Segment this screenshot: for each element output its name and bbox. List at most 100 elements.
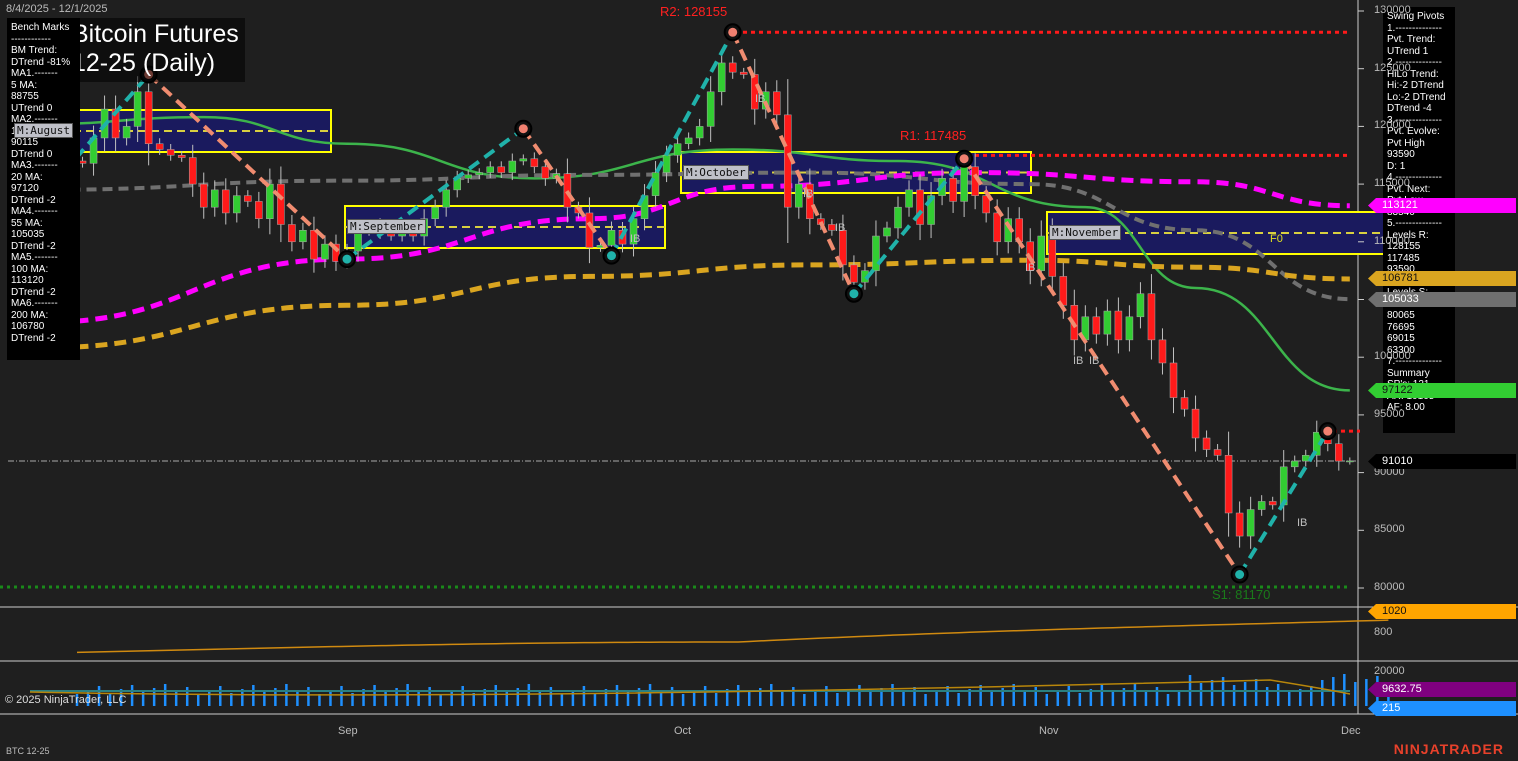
candle-down [78, 160, 87, 164]
candle-up [651, 172, 660, 196]
bench-marks-line: DTrend -2 [11, 332, 56, 344]
y-tick-label: 85000 [1374, 523, 1405, 536]
swing-pivots-line: Pvt High [1387, 137, 1425, 149]
candle-up [795, 183, 803, 208]
candle-down [1235, 512, 1244, 537]
r1-label: R1: 117485 [900, 128, 967, 143]
candle-up [431, 206, 439, 219]
candle-down [310, 230, 318, 260]
candle-down [199, 183, 208, 208]
bench-marks-line: BM Trend: [11, 45, 58, 56]
price-tag: 105033 [1368, 292, 1516, 307]
candle-up [695, 126, 704, 139]
candle-down [1191, 408, 1200, 439]
x-tick-nov: Nov [1039, 725, 1059, 737]
inside-bar-label: IB [1297, 517, 1308, 529]
candle-up [211, 189, 219, 208]
bench-marks-line: 90115 [11, 137, 39, 148]
price-tag: 9632.75 [1368, 682, 1516, 697]
bench-marks-line: DTrend -2 [11, 240, 56, 252]
x-tick-sep: Sep [338, 725, 358, 737]
sub-axis-label: 20000 [1374, 665, 1405, 677]
price-tag: 1020 [1368, 604, 1516, 619]
candle-up [662, 155, 671, 173]
bench-marks-line: MA1.------- [11, 68, 58, 79]
candle-up [321, 243, 329, 260]
swing-pivots-line: DTrend -4 [1387, 103, 1432, 114]
candle-down [255, 201, 263, 219]
candle-down [916, 189, 924, 225]
candle-down [288, 224, 296, 243]
swing-pivots-line: D: 1 [1387, 160, 1406, 172]
candle-down [773, 91, 781, 116]
candle-down [1268, 501, 1277, 506]
r2-label: R2: 128155 [660, 4, 728, 19]
candle-up [673, 143, 682, 156]
copyright: © 2025 NinjaTrader, LLC [5, 694, 127, 706]
price-chart[interactable] [0, 0, 1518, 761]
bench-marks-line: MA6.------- [11, 298, 58, 309]
candle-down [1202, 437, 1211, 450]
y-tick-label: 120000 [1374, 119, 1411, 132]
candle-down [541, 166, 550, 179]
pivot-high-dot [728, 27, 738, 37]
candle-down [1114, 310, 1123, 341]
candle-down [1147, 293, 1156, 341]
inside-bar-label: IB [1089, 355, 1100, 367]
inside-bar-label: IB [803, 188, 814, 200]
candle-down [839, 230, 847, 266]
f0-label: F0 [1270, 233, 1283, 245]
title-line-1: Bitcoin Futures [72, 20, 239, 48]
y-tick-label: 110000 [1374, 234, 1410, 247]
candle-down [739, 71, 748, 75]
swing-pivots-line: 5.-------------- [1387, 218, 1442, 229]
bench-marks-line: 88755 [11, 91, 39, 102]
candle-down [497, 166, 506, 173]
date-range: 8/4/2025 - 12/1/2025 [6, 3, 108, 15]
pivot-low-dot [606, 251, 616, 261]
candle-up [894, 206, 902, 229]
month-box-label-november: M:November [1049, 225, 1122, 240]
price-tag: 113121 [1368, 198, 1516, 213]
bench-marks-line: 20 MA: [11, 171, 43, 183]
title-line-2: 12-25 (Daily) [72, 49, 216, 77]
candle-down [222, 189, 230, 214]
bench-marks-line: MA4.------- [11, 206, 58, 217]
candle-up [299, 230, 307, 243]
candle-down [530, 158, 539, 168]
bench-marks-line: MA3.------- [11, 160, 58, 171]
month-box-label-september: M:September [347, 219, 426, 234]
price-tag: 106781 [1368, 271, 1516, 286]
candle-up [442, 189, 450, 208]
x-tick-dec: Dec [1341, 725, 1361, 737]
bench-marks-line: DTrend -81% [11, 56, 71, 68]
candle-up [1103, 310, 1112, 335]
inside-bar-label: IB [835, 222, 846, 234]
bench-marks-line: 97120 [11, 183, 39, 194]
candle-down [728, 62, 737, 73]
candle-up [475, 172, 483, 176]
y-tick-label: 95000 [1374, 407, 1405, 420]
pivot-low-dot [849, 289, 859, 299]
inside-bar-label: IB [1073, 355, 1084, 367]
zigzag-up-segment [609, 31, 735, 257]
candle-down [1335, 443, 1343, 462]
swing-pivots-line: 80065 [1387, 310, 1415, 321]
bench-marks-line: 5 MA: [11, 79, 38, 91]
bench-marks-line: DTrend 0 [11, 148, 53, 160]
candle-down [166, 149, 175, 156]
candle-down [144, 91, 153, 144]
swing-pivots-line: 69015 [1387, 333, 1415, 344]
candle-up [486, 166, 495, 173]
candle-up [1290, 460, 1299, 468]
candle-down [1213, 449, 1222, 456]
pivot-high-dot [518, 124, 528, 134]
candle-up [133, 91, 142, 127]
swing-pivots-line: 93590 [1387, 149, 1415, 160]
candle-up [122, 126, 131, 139]
candle-up [1136, 293, 1145, 318]
swing-pivots-line: 1.-------------- [1387, 22, 1442, 34]
y-tick-label: 130000 [1374, 4, 1411, 16]
swing-pivots-line: 76695 [1387, 321, 1415, 333]
candle-down [1092, 316, 1101, 335]
